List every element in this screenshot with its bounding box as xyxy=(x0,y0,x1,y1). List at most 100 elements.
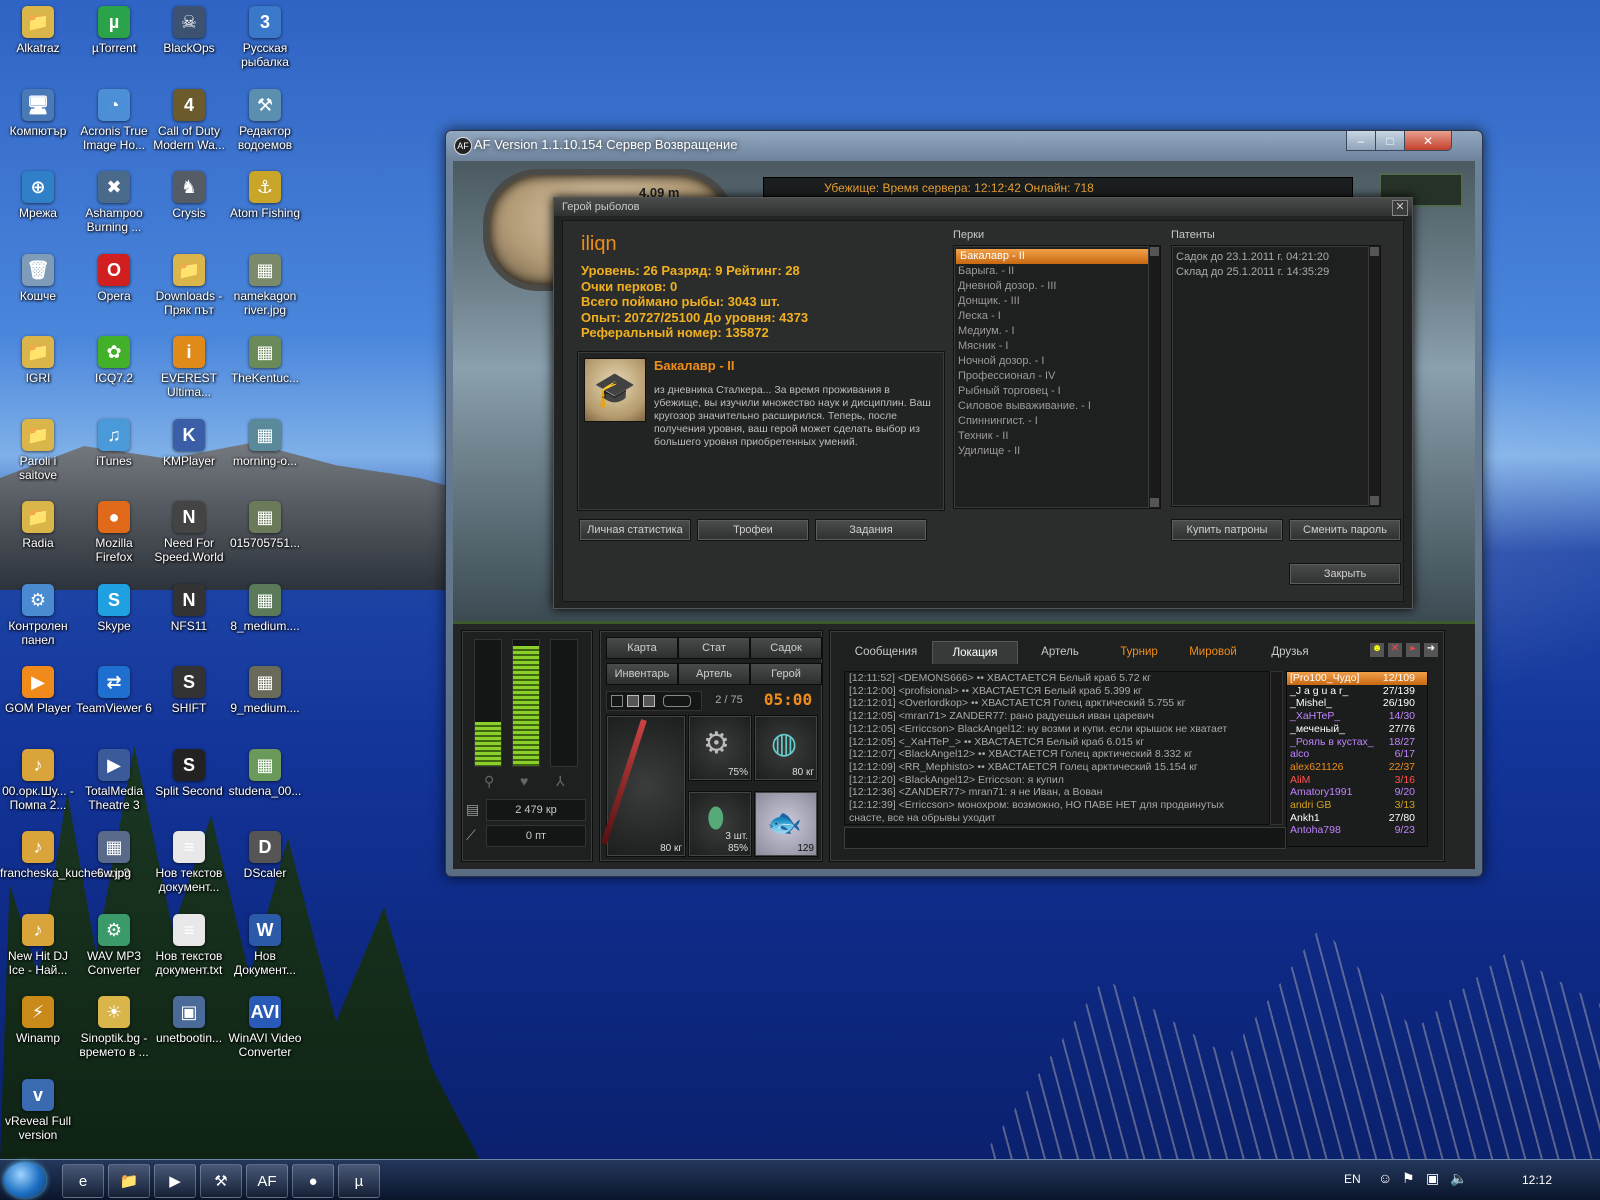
user-list-item[interactable]: _меченый_ 27/76 xyxy=(1287,723,1427,736)
desktop-icon[interactable]: ◔ Acronis True Image Ho... xyxy=(76,88,152,152)
desktop-icon[interactable]: ⇄ TeamViewer 6 xyxy=(76,666,152,715)
slot-toggle-bar[interactable] xyxy=(606,691,702,711)
change-password-button[interactable]: Сменить пароль xyxy=(1289,519,1401,541)
ie-icon[interactable]: e xyxy=(62,1164,104,1198)
user-list-item[interactable]: _Рояль в кустах_ 18/27 xyxy=(1287,736,1427,749)
desktop-icon[interactable]: ▦ namekagon river.jpg xyxy=(227,253,303,317)
desktop-icon[interactable]: 📁 Paroli i saitove xyxy=(0,418,76,482)
perk-list-item[interactable]: Удилище - II xyxy=(954,444,1160,459)
patent-list-item[interactable]: Садок до 23.1.2011 г. 04:21:20 xyxy=(1172,250,1380,265)
desktop-icon[interactable]: ✖ Ashampoo Burning ... xyxy=(76,171,152,234)
user-list-item[interactable]: [Pro100_Чудо] 12/109 xyxy=(1287,672,1427,685)
desktop-icon[interactable]: ♪ 00.орк.Шу... - Помпа 2... xyxy=(0,748,76,812)
network-icon[interactable]: ▣ xyxy=(1426,1170,1439,1187)
perk-list-item[interactable]: Ночной дозор. - I xyxy=(954,354,1160,369)
desktop-icon[interactable]: ▦ 015705751... xyxy=(227,501,303,550)
clear-icon[interactable]: ✕ xyxy=(1388,643,1402,657)
user-list-item[interactable]: _XaHTeP_ 14/30 xyxy=(1287,710,1427,723)
perk-list-item[interactable]: Бакалавр - II xyxy=(956,249,1150,264)
tray-icon[interactable]: ☺ xyxy=(1378,1170,1392,1186)
close-window-button[interactable]: ✕ xyxy=(1404,131,1452,151)
desktop-icon[interactable]: ≡ Нов текстов документ... xyxy=(151,831,227,894)
desktop-icon[interactable]: 📁 Radia xyxy=(0,501,76,550)
patents-scrollbar[interactable] xyxy=(1368,246,1380,506)
minimize-button[interactable]: – xyxy=(1346,131,1376,151)
perks-scrollbar[interactable] xyxy=(1148,246,1160,508)
artel-button[interactable]: Артель xyxy=(678,663,750,685)
media-player-icon[interactable]: ▶ xyxy=(154,1164,196,1198)
desktop-icon[interactable]: 📁 IGRI xyxy=(0,336,76,385)
desktop-icon[interactable]: N NFS11 xyxy=(151,583,227,633)
perk-list-item[interactable]: Дневной дозор. - III xyxy=(954,279,1160,294)
perk-list-item[interactable]: Леска - I xyxy=(954,309,1160,324)
desktop-icon[interactable]: S SHIFT xyxy=(151,666,227,715)
map-button[interactable]: Карта xyxy=(606,637,678,659)
patent-list-item[interactable]: Склад до 25.1.2011 г. 14:35:29 xyxy=(1172,265,1380,280)
desktop-icon[interactable]: ♞ Crysis xyxy=(151,171,227,220)
desktop-icon[interactable]: ▦ 9_medium.... xyxy=(227,666,303,715)
hero-dialog-close-button[interactable]: ✕ xyxy=(1392,200,1408,216)
inventory-button[interactable]: Инвентарь xyxy=(606,663,678,685)
desktop-icon[interactable]: D DScaler xyxy=(227,831,303,880)
desktop-icon[interactable]: i EVEREST Ultima... xyxy=(151,336,227,399)
perk-list-item[interactable]: Профессионал - IV xyxy=(954,369,1160,384)
utorrent-icon[interactable]: µ xyxy=(338,1164,380,1198)
perk-list-item[interactable]: Техник - II xyxy=(954,429,1160,444)
desktop-icon[interactable]: ♫ iTunes xyxy=(76,418,152,468)
scroll-down-icon[interactable] xyxy=(1150,498,1159,507)
desktop-icon[interactable]: K KMPlayer xyxy=(151,418,227,468)
user-list-item[interactable]: _J a g u a r_ 27/139 xyxy=(1287,685,1427,698)
buy-cartridges-button[interactable]: Купить патроны xyxy=(1171,519,1283,541)
desktop-icon[interactable]: ⚙ Контролен панел xyxy=(0,583,76,647)
volume-icon[interactable]: 🔈 xyxy=(1450,1170,1467,1187)
desktop-icon[interactable]: ♪ francheska_kuchek.mp3 xyxy=(0,831,130,880)
desktop-icon[interactable]: ⚡ Winamp xyxy=(0,996,76,1045)
bait-slot[interactable]: ⬮ 3 шт. 85% xyxy=(688,791,752,857)
desktop-icon[interactable]: 📁 Downloads - Пряк път xyxy=(151,253,227,317)
line-slot[interactable]: ◍ 80 кг xyxy=(754,715,818,781)
perk-list-item[interactable]: Донщик. - III xyxy=(954,294,1160,309)
firefox-icon[interactable]: ● xyxy=(292,1164,334,1198)
chat-tab[interactable]: Друзья xyxy=(1254,641,1326,663)
desktop-icon[interactable]: ● Mozilla Firefox xyxy=(76,501,152,564)
perk-list-item[interactable]: Барыга. - II xyxy=(954,264,1160,279)
chat-input[interactable] xyxy=(844,827,1286,849)
desktop-icon[interactable]: O Opera xyxy=(76,253,152,303)
desktop-icon[interactable]: µ µTorrent xyxy=(76,6,152,55)
user-list-item[interactable]: AliM 3/16 xyxy=(1287,774,1427,787)
user-list-item[interactable]: alex621126 22/37 xyxy=(1287,761,1427,774)
desktop-icon[interactable]: ☠ BlackOps xyxy=(151,6,227,55)
hero-button[interactable]: Герой xyxy=(750,663,822,685)
scroll-up-icon[interactable] xyxy=(1150,247,1159,256)
chat-tab[interactable]: Сообщения xyxy=(846,641,926,663)
desktop-icon[interactable]: ▦ 8_medium.... xyxy=(227,583,303,633)
desktop-icon[interactable]: N Need For Speed.World xyxy=(151,501,227,564)
personal-stats-button[interactable]: Личная статистика xyxy=(579,519,691,541)
catch-slot[interactable]: 🐟 129 xyxy=(754,791,818,857)
stats-button[interactable]: Стат xyxy=(678,637,750,659)
desktop-icon[interactable]: ▶ TotalMedia Theatre 3 xyxy=(76,748,152,812)
close-dialog-button[interactable]: Закрыть xyxy=(1289,563,1401,585)
tasks-button[interactable]: Задания xyxy=(815,519,927,541)
desktop-icon[interactable]: 🗑 Кошче xyxy=(0,253,76,303)
desktop-icon[interactable]: ▣ unetbootin... xyxy=(151,996,227,1045)
desktop-icon[interactable]: ▦ TheKentuc... xyxy=(227,336,303,385)
desktop-icon[interactable]: ⚒ Редактор водоемов xyxy=(227,88,303,152)
desktop-icon[interactable]: S Skype xyxy=(76,583,152,633)
desktop-icon[interactable]: ≡ Нов текстов документ.txt xyxy=(151,913,227,977)
user-list-item[interactable]: Amatory1991 9/20 xyxy=(1287,786,1427,799)
maximize-button[interactable]: □ xyxy=(1375,131,1405,151)
rod-slot[interactable]: 80 кг xyxy=(600,715,686,857)
slot-toggle-icon[interactable] xyxy=(663,695,691,707)
desktop-icon[interactable]: ▦ 6w.jpg xyxy=(76,831,152,880)
pause-icon[interactable]: ▸ xyxy=(1406,643,1420,657)
slot-toggle-icon[interactable] xyxy=(611,695,623,707)
desktop-icon[interactable]: ⚓ Atom Fishing xyxy=(227,171,303,220)
desktop-icon[interactable]: AVI WinAVI Video Converter xyxy=(227,996,303,1059)
perk-list-item[interactable]: Рыбный торговец - I xyxy=(954,384,1160,399)
desktop-icon[interactable]: ♪ New Hit DJ Ice - Най... xyxy=(0,913,76,977)
desktop-icon[interactable]: ✿ ICQ7.2 xyxy=(76,336,152,385)
chat-tab[interactable]: Мировой xyxy=(1178,641,1248,663)
desktop-icon[interactable]: ▦ morning-o... xyxy=(227,418,303,468)
user-list-item[interactable]: Antoha798 9/23 xyxy=(1287,824,1427,837)
